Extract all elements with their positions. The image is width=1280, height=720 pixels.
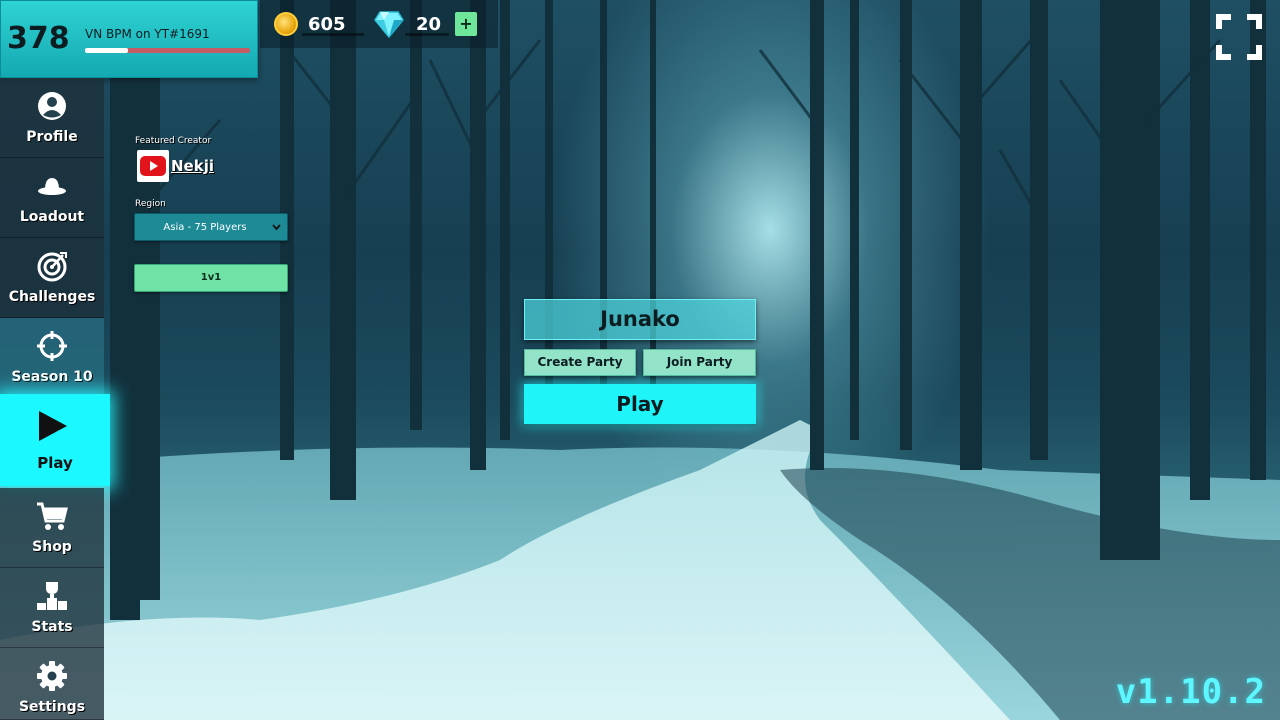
game-mode-button[interactable]: 1v1 (134, 264, 288, 292)
sidebar-item-loadout[interactable]: Loadout (0, 158, 104, 238)
crosshair-icon (37, 331, 67, 361)
gear-icon (37, 661, 67, 691)
play-icon (39, 411, 67, 441)
sidebar-label-loadout: Loadout (19, 209, 85, 225)
sidebar-item-play[interactable]: Play (0, 394, 110, 486)
sidebar-label-play: Play (37, 454, 73, 472)
target-icon (37, 252, 67, 282)
player-level: 378 (7, 21, 70, 56)
youtube-play-glyph (150, 161, 158, 171)
featured-creator-label: Featured Creator (135, 136, 212, 146)
gem-count: 20 (416, 14, 442, 35)
currency-bar: 605 20 + (260, 0, 498, 48)
youtube-logo-bg (140, 156, 166, 176)
sidebar-item-shop[interactable]: Shop (0, 488, 104, 568)
sidebar-label-settings: Settings (18, 699, 86, 715)
sidebar-nav: Profile Loadout Challenges Season 10 Pla… (0, 78, 110, 720)
sidebar-label-stats: Stats (31, 619, 73, 635)
region-label: Region (135, 199, 166, 209)
sidebar-item-challenges[interactable]: Challenges (0, 238, 104, 318)
chevron-down-icon (272, 224, 281, 231)
region-select[interactable]: Asia - 75 Players (134, 213, 288, 241)
coin-count: 605 (308, 14, 346, 35)
featured-creator-link[interactable]: Nekji (171, 157, 214, 175)
cart-icon (37, 502, 68, 530)
diamond-icon (374, 11, 404, 38)
xp-progress-bar (85, 48, 250, 53)
sidebar-item-stats[interactable]: Stats (0, 568, 104, 648)
gem-underline (405, 33, 449, 36)
sidebar-label-season: Season 10 (11, 369, 93, 385)
sidebar-label-profile: Profile (26, 129, 78, 145)
player-level-panel[interactable]: 378 VN BPM on YT#1691 (0, 0, 258, 78)
sidebar-label-challenges: Challenges (8, 289, 96, 305)
join-party-button[interactable]: Join Party (643, 349, 756, 376)
sidebar-item-season[interactable]: Season 10 (0, 318, 104, 398)
fullscreen-icon[interactable] (1216, 14, 1262, 60)
play-button[interactable]: Play (524, 384, 756, 424)
forest-background (0, 0, 1280, 720)
hat-icon (38, 178, 66, 195)
sidebar-label-shop: Shop (32, 539, 72, 555)
buy-gems-button[interactable]: + (455, 12, 477, 36)
xp-progress-fill (85, 48, 128, 53)
sidebar-item-settings[interactable]: Settings (0, 648, 104, 720)
coin-underline (302, 33, 364, 36)
user-icon (38, 92, 66, 120)
sidebar-item-profile[interactable]: Profile (0, 78, 104, 158)
player-name: VN BPM on YT#1691 (85, 27, 210, 41)
trophy-icon (37, 582, 67, 610)
youtube-icon[interactable] (137, 150, 169, 182)
player-name-field[interactable]: Junako (524, 299, 756, 340)
coin-icon (274, 12, 298, 36)
create-party-button[interactable]: Create Party (524, 349, 636, 376)
region-selected-value: Asia - 75 Players (163, 222, 247, 233)
version-label: v1.10.2 (1115, 672, 1266, 712)
